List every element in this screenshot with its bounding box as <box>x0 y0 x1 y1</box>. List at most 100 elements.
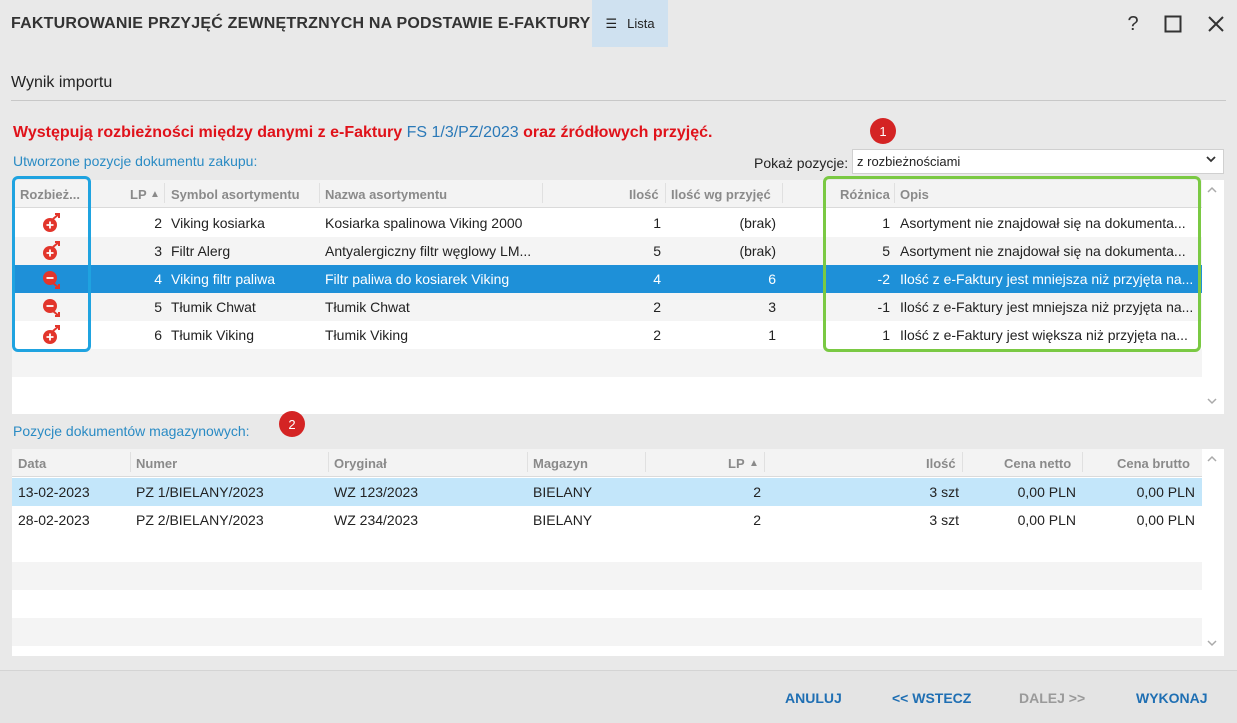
cell-quantity: 3 szt <box>929 484 959 500</box>
cell-symbol: Tłumik Chwat <box>171 299 256 315</box>
cell-symbol: Viking filtr paliwa <box>171 271 276 287</box>
list-tab[interactable]: ☰ Lista <box>592 0 668 47</box>
warning-text-start: Występują rozbieżności między danymi z e… <box>13 124 407 141</box>
cell-number: PZ 1/BIELANY/2023 <box>136 484 264 500</box>
cell-original: WZ 123/2023 <box>334 484 419 500</box>
callout-badge-1: 1 <box>870 118 896 144</box>
chevron-up-icon[interactable] <box>1206 184 1218 199</box>
cell-number: PZ 2/BIELANY/2023 <box>136 512 264 528</box>
warehouse-grid-scrollbar[interactable] <box>1202 449 1224 656</box>
cell-date: 13-02-2023 <box>18 484 90 500</box>
cell-warehouse: BIELANY <box>533 484 593 500</box>
close-button[interactable] <box>1203 11 1229 37</box>
warning-text-end: oraz źródłowych przyjęć. <box>518 124 713 141</box>
section-title: Wynik importu <box>11 74 113 91</box>
cell-quantity-receipts: 3 <box>768 299 776 315</box>
maximize-button[interactable] <box>1160 11 1186 37</box>
column-header-original[interactable]: Oryginał <box>334 456 387 471</box>
cell-symbol: Viking kosiarka <box>171 215 265 231</box>
cell-quantity-receipts: 1 <box>768 327 776 343</box>
cell-quantity: 5 <box>653 243 661 259</box>
empty-row <box>12 534 1202 562</box>
purchase-grid-scrollbar[interactable] <box>1202 180 1224 414</box>
help-button[interactable]: ? <box>1120 11 1146 37</box>
warehouse-items-grid: Data Numer Oryginał Magazyn LP ▲ Ilość C… <box>12 449 1224 656</box>
callout-badge-2: 2 <box>279 411 305 437</box>
cell-date: 28-02-2023 <box>18 512 90 528</box>
cell-quantity: 1 <box>653 215 661 231</box>
column-header-gross-price[interactable]: Cena brutto <box>1117 456 1190 471</box>
cell-net-price: 0,00 PLN <box>1017 512 1076 528</box>
cell-quantity: 2 <box>653 299 661 315</box>
column-header-warehouse[interactable]: Magazyn <box>533 456 588 471</box>
empty-row <box>12 562 1202 590</box>
empty-row <box>12 618 1202 646</box>
back-button[interactable]: << WSTECZ <box>892 690 971 706</box>
cell-quantity: 3 szt <box>929 512 959 528</box>
column-header-quantity-receipts[interactable]: Ilość wg przyjęć <box>671 187 771 202</box>
cell-name: Filtr paliwa do kosiarek Viking <box>325 271 510 287</box>
cell-lp: 2 <box>753 484 761 500</box>
cell-original: WZ 234/2023 <box>334 512 419 528</box>
cell-gross-price: 0,00 PLN <box>1136 512 1195 528</box>
cell-gross-price: 0,00 PLN <box>1136 484 1195 500</box>
chevron-up-icon[interactable] <box>1206 453 1218 468</box>
column-header-quantity[interactable]: Ilość <box>926 456 956 471</box>
column-header-quantity[interactable]: Ilość <box>629 187 659 202</box>
table-row[interactable]: 28-02-2023 PZ 2/BIELANY/2023 WZ 234/2023… <box>12 506 1202 534</box>
title-bar: FAKTUROWANIE PRZYJĘĆ ZEWNĘTRZNYCH NA POD… <box>0 0 1237 48</box>
window-title: FAKTUROWANIE PRZYJĘĆ ZEWNĘTRZNYCH NA POD… <box>11 15 591 32</box>
chevron-down-icon[interactable] <box>1206 395 1218 410</box>
show-items-select[interactable]: z rozbieżnościami <box>852 149 1224 174</box>
sort-ascending-icon: ▲ <box>150 189 160 200</box>
warehouse-grid-header: Data Numer Oryginał Magazyn LP ▲ Ilość C… <box>12 449 1202 477</box>
difference-column-highlight <box>12 176 91 352</box>
document-reference-link[interactable]: FS 1/3/PZ/2023 <box>407 124 519 141</box>
cell-lp: 2 <box>154 215 162 231</box>
column-header-number[interactable]: Numer <box>136 456 177 471</box>
divider <box>11 100 1226 101</box>
warehouse-items-label: Pozycje dokumentów magazynowych: <box>13 423 250 439</box>
column-header-net-price[interactable]: Cena netto <box>1004 456 1071 471</box>
cell-name: Tłumik Viking <box>325 327 408 343</box>
footer-bar: ANULUJ << WSTECZ DALEJ >> WYKONAJ <box>0 670 1237 723</box>
show-items-label: Pokaż pozycje: <box>754 155 849 171</box>
column-header-name[interactable]: Nazwa asortymentu <box>325 187 447 202</box>
sort-ascending-icon: ▲ <box>749 458 759 469</box>
purchase-items-label: Utworzone pozycje dokumentu zakupu: <box>13 153 258 169</box>
cell-net-price: 0,00 PLN <box>1017 484 1076 500</box>
empty-row <box>12 590 1202 618</box>
chevron-down-icon[interactable] <box>1206 637 1218 652</box>
close-icon <box>1208 16 1224 32</box>
cell-symbol: Tłumik Viking <box>171 327 254 343</box>
execute-button[interactable]: WYKONAJ <box>1136 690 1208 706</box>
column-header-date[interactable]: Data <box>18 456 46 471</box>
cell-quantity: 2 <box>653 327 661 343</box>
cell-lp: 4 <box>154 271 162 287</box>
difference-description-highlight <box>823 176 1201 352</box>
cell-quantity-receipts: (brak) <box>739 243 776 259</box>
cell-lp: 2 <box>753 512 761 528</box>
show-items-value: z rozbieżnościami <box>857 154 961 169</box>
cell-symbol: Filtr Alerg <box>171 243 231 259</box>
cell-name: Antyalergiczny filtr węglowy LM... <box>325 243 532 259</box>
column-header-symbol[interactable]: Symbol asortymentu <box>171 187 300 202</box>
cell-lp: 5 <box>154 299 162 315</box>
empty-row <box>12 349 1202 377</box>
maximize-icon <box>1164 15 1182 33</box>
chevron-down-icon <box>1205 153 1217 168</box>
column-header-lp[interactable]: LP <box>728 456 745 471</box>
cell-lp: 6 <box>154 327 162 343</box>
column-header-lp[interactable]: LP <box>130 187 147 202</box>
cell-name: Tłumik Chwat <box>325 299 410 315</box>
cell-quantity-receipts: (brak) <box>739 215 776 231</box>
cell-quantity: 4 <box>653 271 661 287</box>
cell-warehouse: BIELANY <box>533 512 593 528</box>
table-row-selected[interactable]: 13-02-2023 PZ 1/BIELANY/2023 WZ 123/2023… <box>12 478 1202 506</box>
cell-quantity-receipts: 6 <box>768 271 776 287</box>
list-tab-label: Lista <box>627 16 655 31</box>
cancel-button[interactable]: ANULUJ <box>785 690 842 706</box>
discrepancy-warning: Występują rozbieżności między danymi z e… <box>13 124 712 142</box>
next-button[interactable]: DALEJ >> <box>1019 690 1085 706</box>
cell-name: Kosiarka spalinowa Viking 2000 <box>325 215 523 231</box>
